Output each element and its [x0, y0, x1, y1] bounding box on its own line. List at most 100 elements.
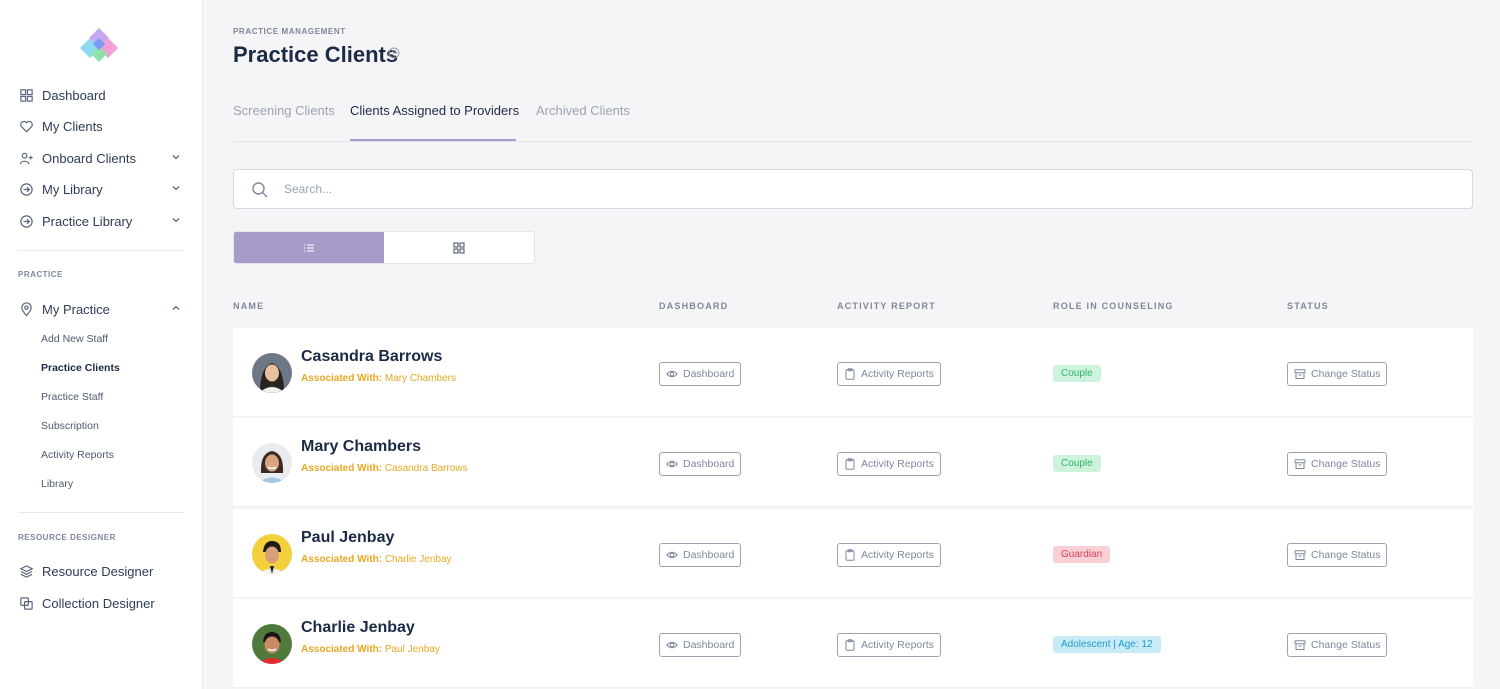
column-header-dashboard: DASHBOARD: [659, 301, 729, 311]
archive-icon: [1294, 459, 1306, 469]
associated-with-name: Mary Chambers: [384, 373, 456, 384]
heart-icon: [18, 118, 34, 134]
archive-icon: [1294, 640, 1306, 650]
grid-icon: [453, 241, 465, 254]
sidebar-item-label: Collection Designer: [42, 595, 155, 611]
table-row: Mary Chambers Associated With: Casandra …: [233, 418, 1473, 507]
sidebar-subitem-practice-staff[interactable]: Practice Staff: [41, 391, 103, 403]
sidebar-subitem-practice-clients[interactable]: Practice Clients: [41, 362, 120, 374]
activity-reports-button[interactable]: Activity Reports: [837, 543, 941, 567]
sidebar-item-onboard-clients[interactable]: Onboard Clients: [18, 146, 184, 170]
sidebar-subitem-subscription[interactable]: Subscription: [41, 420, 99, 432]
associated-with: Associated With: Mary Chambers: [301, 373, 456, 384]
sidebar-section-title: RESOURCE DESIGNER: [18, 533, 116, 542]
avatar: [252, 534, 292, 574]
associated-with: Associated With: Casandra Barrows: [301, 463, 468, 474]
sidebar-item-label: Dashboard: [42, 87, 106, 103]
associated-with-label: Associated With:: [301, 463, 383, 474]
activity-reports-button[interactable]: Activity Reports: [837, 633, 941, 657]
chevron-down-icon[interactable]: [170, 214, 182, 226]
layers-icon: [18, 563, 34, 579]
sidebar-subitem-library[interactable]: Library: [41, 478, 73, 490]
arrow-circle-icon: [18, 213, 34, 229]
arrow-circle-icon: [18, 181, 34, 197]
sidebar-subitem-activity-reports[interactable]: Activity Reports: [41, 449, 114, 461]
list-icon: [304, 244, 314, 251]
change-status-button[interactable]: Change Status: [1287, 633, 1388, 657]
dashboard-button[interactable]: Dashboard: [659, 633, 742, 657]
clipboard-icon: [845, 549, 855, 561]
search-input[interactable]: [284, 179, 1434, 199]
chevron-down-icon[interactable]: [170, 151, 182, 163]
view-toggle: [233, 231, 535, 264]
associated-with-name: Casandra Barrows: [384, 463, 468, 474]
active-tab-indicator: [350, 139, 516, 141]
archive-icon: [1294, 369, 1306, 379]
role-badge: Guardian: [1053, 546, 1111, 563]
eye-icon: [666, 370, 678, 378]
chevron-up-icon[interactable]: [170, 302, 182, 314]
search-box: [233, 169, 1473, 209]
client-name[interactable]: Paul Jenbay: [301, 529, 394, 547]
role-badge: Adolescent | Age: 12: [1053, 636, 1161, 653]
grid-icon: [18, 87, 34, 103]
page-title: Practice Clients: [233, 42, 399, 67]
associated-with: Associated With: Paul Jenbay: [301, 644, 440, 655]
avatar: [252, 443, 292, 483]
sidebar-item-my-practice[interactable]: My Practice: [18, 297, 184, 321]
clipboard-icon: [845, 639, 855, 651]
dashboard-button[interactable]: Dashboard: [659, 452, 742, 476]
sidebar-item-my-library[interactable]: My Library: [18, 177, 184, 201]
chevron-down-icon[interactable]: [170, 182, 182, 194]
dashboard-button[interactable]: Dashboard: [659, 362, 742, 386]
associated-with-label: Associated With:: [301, 373, 383, 384]
column-header-status: STATUS: [1287, 301, 1329, 311]
sidebar-item-collection-designer[interactable]: Collection Designer: [18, 591, 184, 615]
breadcrumb: PRACTICE MANAGEMENT: [233, 27, 346, 36]
clipboard-icon: [845, 458, 855, 470]
table-row: Charlie Jenbay Associated With: Paul Jen…: [233, 599, 1473, 688]
sidebar-item-my-clients[interactable]: My Clients: [18, 114, 184, 138]
grid-view-button[interactable]: [384, 232, 534, 263]
help-circle-icon[interactable]: [388, 47, 400, 59]
eye-icon: [666, 551, 678, 559]
search-icon: [252, 182, 268, 198]
user-plus-icon: [18, 150, 34, 166]
map-pin-icon: [18, 301, 34, 317]
table-row: Casandra Barrows Associated With: Mary C…: [233, 328, 1473, 417]
activity-reports-button[interactable]: Activity Reports: [837, 362, 941, 386]
sidebar-item-label: Resource Designer: [42, 563, 154, 579]
sidebar-item-label: My Practice: [42, 301, 110, 317]
clipboard-icon: [845, 368, 855, 380]
table-row: Paul Jenbay Associated With: Charlie Jen…: [233, 509, 1473, 598]
sidebar-divider: [18, 512, 184, 513]
client-name[interactable]: Mary Chambers: [301, 438, 421, 456]
activity-reports-button[interactable]: Activity Reports: [837, 452, 941, 476]
column-header-role: ROLE IN COUNSELING: [1053, 301, 1174, 311]
change-status-button[interactable]: Change Status: [1287, 543, 1388, 567]
sidebar-section-title: PRACTICE: [18, 270, 63, 279]
app-logo[interactable]: [78, 26, 120, 62]
client-name[interactable]: Charlie Jenbay: [301, 619, 415, 637]
associated-with-label: Associated With:: [301, 644, 383, 655]
associated-with-name: Paul Jenbay: [384, 644, 440, 655]
tab-bar: Screening Clients Clients Assigned to Pr…: [233, 98, 1473, 142]
list-view-button[interactable]: [234, 232, 384, 263]
tab-archived-clients[interactable]: Archived Clients: [536, 103, 630, 118]
sidebar-item-resource-designer[interactable]: Resource Designer: [18, 559, 184, 583]
tab-screening-clients[interactable]: Screening Clients: [233, 103, 335, 118]
sidebar-item-practice-library[interactable]: Practice Library: [18, 209, 184, 233]
sidebar-subitem-add-new-staff[interactable]: Add New Staff: [41, 333, 108, 345]
dashboard-button[interactable]: Dashboard: [659, 543, 742, 567]
sidebar-item-dashboard[interactable]: Dashboard: [18, 83, 184, 107]
sidebar: Dashboard My Clients Onboard Clients My …: [0, 0, 203, 689]
change-status-button[interactable]: Change Status: [1287, 452, 1388, 476]
associated-with-name: Charlie Jenbay: [384, 554, 452, 565]
tab-clients-assigned-to-providers[interactable]: Clients Assigned to Providers: [350, 103, 519, 118]
change-status-button[interactable]: Change Status: [1287, 362, 1388, 386]
avatar: [252, 624, 292, 664]
sidebar-item-label: Onboard Clients: [42, 150, 136, 166]
column-header-activity-report: ACTIVITY REPORT: [837, 301, 936, 311]
role-badge: Couple: [1053, 365, 1101, 382]
client-name[interactable]: Casandra Barrows: [301, 348, 442, 366]
